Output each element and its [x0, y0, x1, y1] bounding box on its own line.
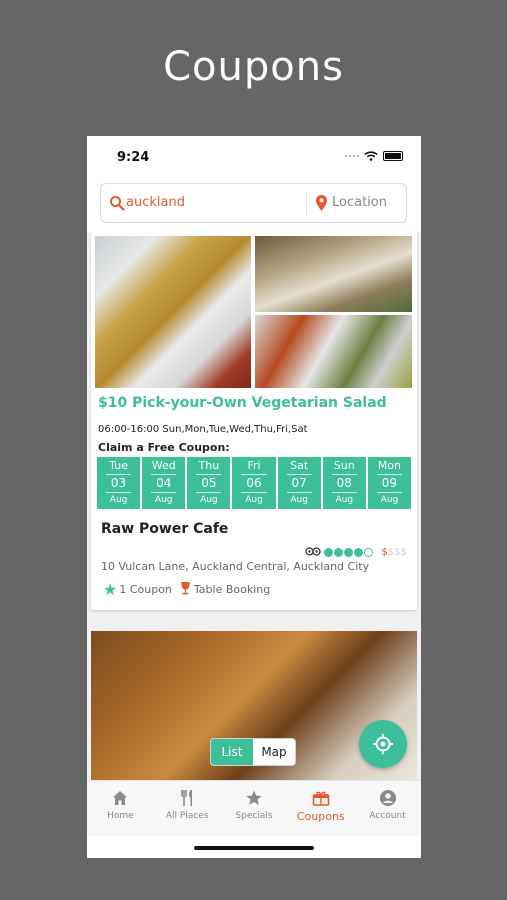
- tab-label: Specials: [235, 811, 273, 821]
- coupon-count: 1 Coupon: [119, 583, 172, 596]
- my-location-button[interactable]: [359, 720, 407, 768]
- food-photo-bottom-right: [255, 315, 412, 388]
- day-date: 07: [291, 476, 307, 490]
- day-month: Aug: [245, 495, 263, 505]
- battery-icon: [383, 151, 403, 161]
- signal-icon: [345, 155, 359, 157]
- claim-day-button[interactable]: Thu 05 Aug: [187, 457, 231, 509]
- coupon-card[interactable]: $10 Pick-your-Own Vegetarian Salad 06:00…: [91, 232, 417, 610]
- claim-day-button[interactable]: Tue 03 Aug: [97, 457, 141, 509]
- day-month: Aug: [380, 495, 399, 505]
- day-month: Aug: [335, 495, 354, 505]
- venue-name[interactable]: Raw Power Cafe: [101, 521, 228, 537]
- photo-grid: [95, 236, 412, 388]
- day-date: 04: [156, 476, 172, 490]
- location-pin-icon[interactable]: [315, 194, 328, 212]
- deal-hours: 06:00-16:00 Sun,Mon,Tue,Wed,Thu,Fri,Sat: [98, 424, 308, 435]
- list-view-button[interactable]: List: [211, 739, 253, 765]
- ticket-icon: [312, 791, 330, 806]
- search-divider: [306, 192, 307, 216]
- tab-account[interactable]: Account: [354, 781, 421, 836]
- claim-day-button[interactable]: Sun 08 Aug: [322, 457, 366, 509]
- status-time: 9:24: [117, 150, 150, 165]
- list-map-toggle: List Map: [210, 738, 296, 766]
- search-input[interactable]: auckland: [126, 195, 185, 210]
- bottom-tab-bar: Home All Places Specials Coupons Account: [87, 780, 421, 836]
- day-date: 08: [336, 476, 352, 490]
- coupon-feed[interactable]: $10 Pick-your-Own Vegetarian Salad 06:00…: [87, 232, 421, 780]
- rating-bubbles: [323, 548, 373, 557]
- day-name: Mon: [377, 459, 402, 472]
- claim-day-button[interactable]: Fri 06 Aug: [232, 457, 276, 509]
- rating-bubble: [353, 548, 363, 557]
- tab-specials[interactable]: Specials: [221, 781, 288, 836]
- day-name: Tue: [109, 459, 128, 472]
- claim-day-picker: Tue 03 Aug Wed 04 Aug Thu 05 Aug Fri 06 Aug Sat 0…: [97, 457, 411, 509]
- day-name: Sun: [333, 459, 355, 472]
- table-booking-label: Table Booking: [193, 583, 271, 596]
- map-view-button[interactable]: Map: [253, 739, 295, 765]
- day-date: 06: [246, 476, 262, 490]
- rating-bubble: [363, 548, 373, 557]
- day-date: 03: [110, 476, 127, 490]
- search-bar: auckland Location: [100, 183, 407, 223]
- cutlery-icon: [181, 790, 193, 806]
- deal-title[interactable]: $10 Pick-your-Own Vegetarian Salad: [98, 395, 387, 411]
- home-indicator: [194, 846, 314, 850]
- star-icon: ★: [103, 580, 118, 599]
- day-month: Aug: [154, 495, 173, 505]
- day-name: Wed: [151, 459, 176, 472]
- claim-day-button[interactable]: Sat 07 Aug: [277, 457, 321, 509]
- day-month: Aug: [109, 495, 128, 505]
- rating-bubble: [343, 548, 353, 557]
- search-icon[interactable]: [109, 195, 125, 211]
- day-month: Aug: [200, 495, 218, 505]
- rating-row: $$$$: [304, 546, 407, 559]
- location-input[interactable]: Location: [332, 195, 387, 210]
- tab-home[interactable]: Home: [87, 781, 154, 836]
- wifi-icon: [364, 151, 378, 161]
- day-name: Thu: [198, 459, 220, 472]
- day-date: 05: [201, 476, 217, 490]
- claim-day-button[interactable]: Mon 09 Aug: [367, 457, 411, 509]
- home-icon: [113, 791, 128, 805]
- star-icon: [246, 790, 262, 805]
- day-date: 09: [381, 476, 398, 490]
- price-level: $$$$: [381, 547, 407, 558]
- screen-heading: Coupons: [163, 44, 344, 90]
- food-photo-top-right: [255, 236, 412, 312]
- phone-screen: 9:24 auckland Location $10 Pick-your-Own…: [87, 136, 421, 858]
- claim-day-button[interactable]: Wed 04 Aug: [142, 457, 186, 509]
- tab-label: Home: [107, 811, 134, 821]
- claim-label: Claim a Free Coupon:: [98, 441, 230, 454]
- status-icons: [345, 151, 403, 161]
- venue-address: 10 Vulcan Lane, Auckland Central, Auckla…: [101, 560, 370, 573]
- account-icon: [379, 790, 396, 806]
- tab-all-places[interactable]: All Places: [154, 781, 221, 836]
- venue-meta: ★ 1 Coupon Table Booking: [103, 580, 270, 599]
- day-month: Aug: [290, 495, 308, 505]
- rating-bubble: [333, 548, 343, 557]
- day-name: Sat: [290, 459, 309, 472]
- tab-coupons[interactable]: Coupons: [287, 781, 354, 836]
- status-bar: 9:24: [87, 136, 421, 178]
- tab-label: All Places: [165, 811, 209, 821]
- rating-bubble: [323, 548, 333, 557]
- tab-label: Coupons: [296, 810, 345, 823]
- day-name: Fri: [247, 459, 261, 472]
- tripadvisor-owl-icon: [304, 546, 321, 559]
- wine-glass-icon: [180, 581, 191, 599]
- food-photo-main: [95, 236, 251, 388]
- tab-label: Account: [369, 811, 406, 821]
- crosshair-icon: [373, 734, 393, 754]
